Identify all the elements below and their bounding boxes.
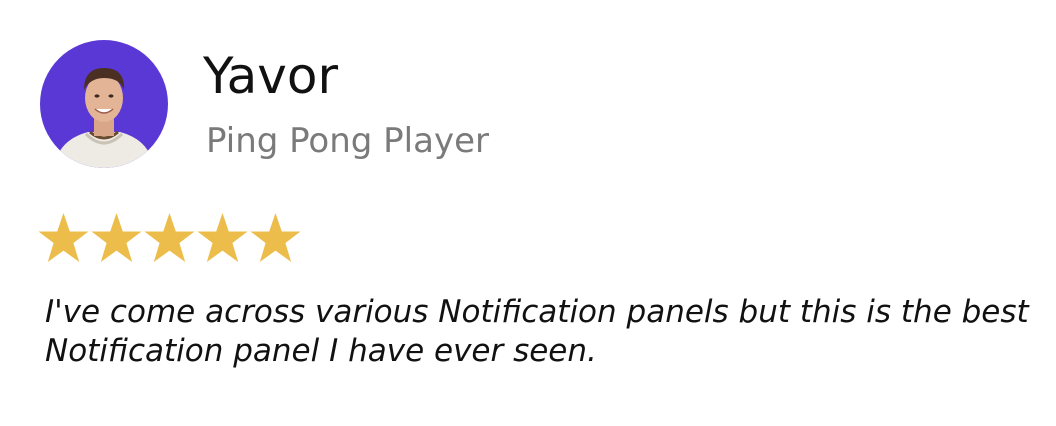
star-icon — [144, 213, 195, 262]
star-icon — [38, 213, 89, 262]
star-icon — [91, 213, 142, 262]
review-text: I've come across various Notification pa… — [45, 294, 1029, 369]
avatar — [40, 40, 168, 168]
star-icon — [197, 213, 248, 262]
reviewer-title: Ping Pong Player — [206, 121, 489, 161]
review-card: Yavor Ping Pong Player I've come across … — [0, 0, 1056, 426]
star-icon — [250, 213, 301, 262]
star-rating — [37, 211, 302, 267]
reviewer-photo-icon — [40, 40, 168, 168]
reviewer-name: Yavor — [203, 47, 339, 105]
